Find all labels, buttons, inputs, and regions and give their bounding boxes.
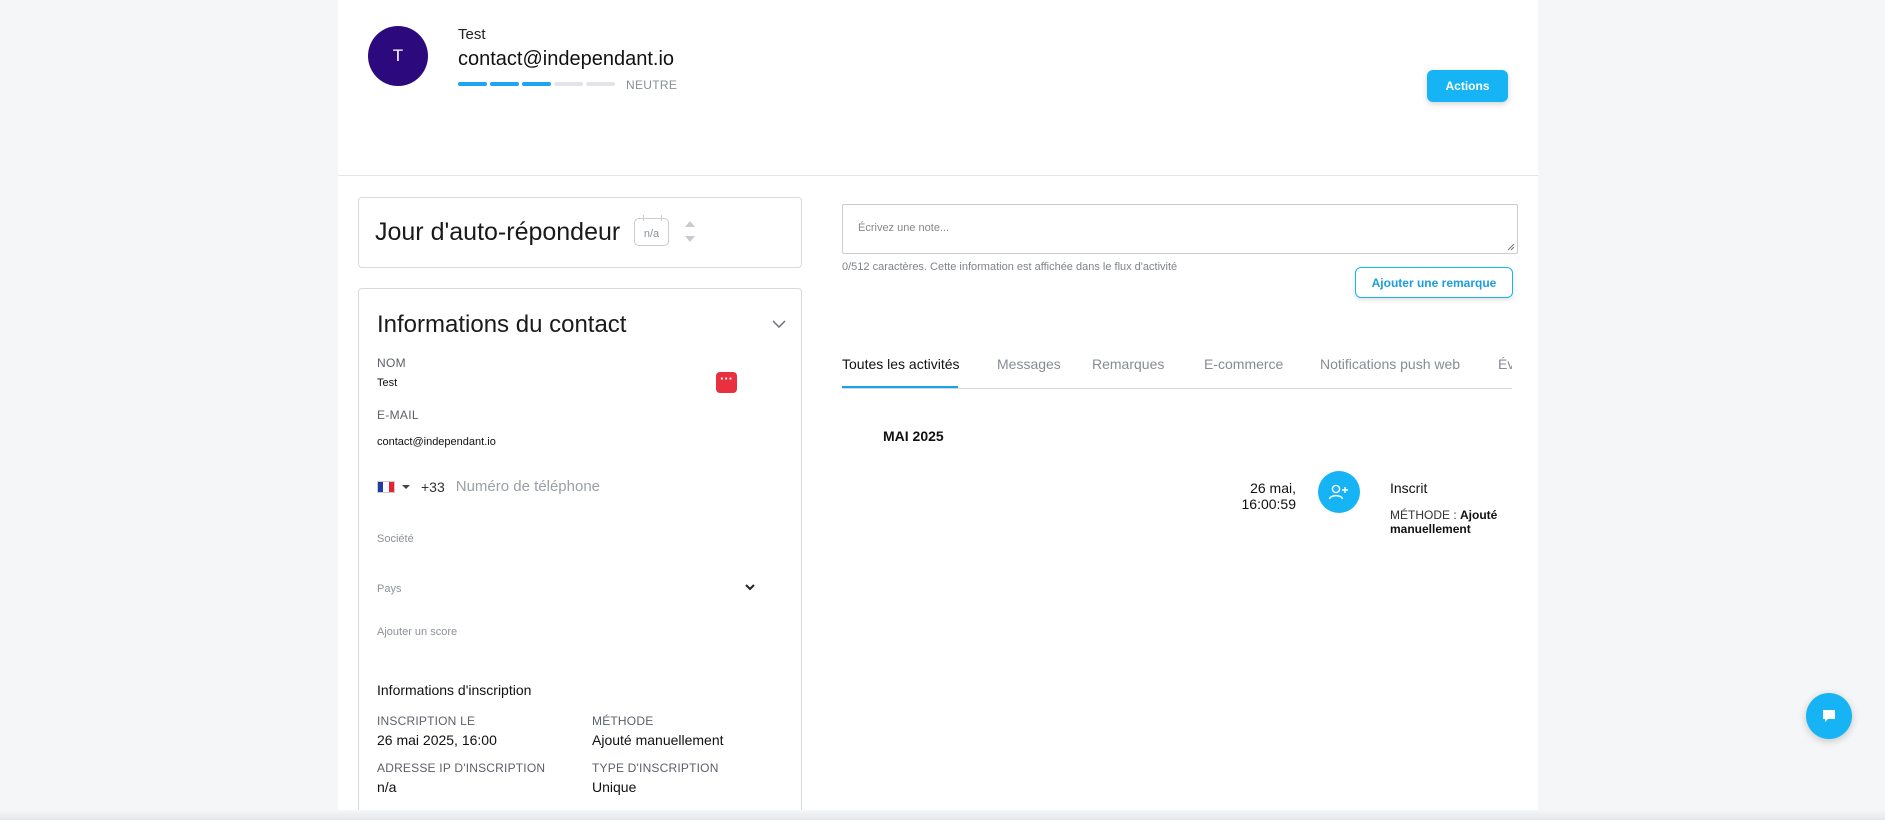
add-user-icon: [1318, 471, 1360, 513]
avatar: T: [368, 26, 428, 86]
name-value[interactable]: Test: [377, 377, 397, 389]
tab-remarks[interactable]: Remarques: [1092, 356, 1164, 372]
caret-down-icon[interactable]: [402, 484, 410, 489]
contact-info-card: Informations du contact NOM Test ··· E-M…: [358, 288, 802, 813]
active-tab-indicator: [842, 386, 958, 388]
activity-meta: MÉTHODE : Ajouté manuellement: [1390, 508, 1538, 536]
more-options-icon[interactable]: ···: [716, 372, 737, 393]
email-label: E-MAIL: [377, 408, 419, 422]
add-remark-button[interactable]: Ajouter une remarque: [1355, 267, 1513, 298]
email-value[interactable]: contact@independant.io: [377, 436, 496, 448]
phone-input[interactable]: Numéro de téléphone: [456, 478, 600, 495]
score-segment: [586, 82, 615, 86]
autoresponder-title: Jour d'auto-répondeur: [375, 218, 621, 246]
chevron-down-icon[interactable]: [745, 584, 755, 591]
contact-email: contact@independant.io: [458, 48, 675, 70]
autoresponder-stepper[interactable]: [684, 218, 696, 246]
activity-title: Inscrit: [1390, 480, 1428, 496]
contact-name: Test: [458, 26, 486, 43]
chat-button[interactable]: [1806, 693, 1852, 739]
autoresponder-day-value: n/a: [643, 227, 660, 240]
name-label: NOM: [377, 356, 406, 370]
stepper-up-icon[interactable]: [685, 221, 695, 227]
note-hint: 0/512 caractères. Cette information est …: [842, 261, 1178, 273]
subscription-date-value: 26 mai 2025, 16:00: [377, 732, 497, 748]
phone-dial-code: +33: [421, 478, 445, 495]
company-field[interactable]: Société: [377, 533, 414, 545]
subscription-date-label: INSCRIPTION LE: [377, 714, 476, 728]
note-textarea[interactable]: Écrivez une note...: [842, 204, 1518, 254]
chevron-down-icon[interactable]: [771, 319, 787, 329]
tab-all-activities[interactable]: Toutes les activités: [842, 356, 960, 372]
activity-date: 26 mai, 16:00:59: [1202, 480, 1297, 512]
resize-handle-icon[interactable]: [1507, 243, 1515, 251]
subscription-type-value: Unique: [592, 779, 637, 795]
activity-date-time: 16:00:59: [1241, 496, 1297, 512]
tab-ecommerce[interactable]: E-commerce: [1204, 356, 1283, 372]
subscription-type-label: TYPE D'INSCRIPTION: [592, 761, 719, 775]
contact-page: T Test contact@independant.io NEUTRE Act…: [338, 0, 1538, 820]
contact-header: T Test contact@independant.io NEUTRE Act…: [338, 0, 1538, 176]
activity-tabs: Toutes les activités Messages Remarques …: [842, 352, 1512, 389]
note-placeholder: Écrivez une note...: [858, 222, 950, 234]
score-segment: [554, 82, 583, 86]
bottom-edge: [0, 810, 1885, 820]
engagement-score-bar: [458, 82, 615, 86]
subscription-info-title: Informations d'inscription: [377, 682, 532, 698]
autoresponder-card: Jour d'auto-répondeur n/a: [358, 197, 802, 268]
subscription-ip-value: n/a: [377, 779, 397, 795]
chat-bubble-icon: [1823, 710, 1835, 722]
subscription-method-label: MÉTHODE: [592, 714, 654, 728]
actions-button[interactable]: Actions: [1427, 70, 1508, 102]
stepper-down-icon[interactable]: [685, 236, 695, 242]
phone-field[interactable]: +33 Numéro de téléphone: [377, 478, 600, 495]
activity-date-day: 26 mai,: [1250, 480, 1296, 496]
score-segment: [458, 82, 487, 86]
activity-meta-label: MÉTHODE :: [1390, 508, 1457, 522]
tab-web-push[interactable]: Notifications push web: [1320, 356, 1460, 372]
autoresponder-day-input[interactable]: n/a: [634, 215, 669, 246]
country-select[interactable]: Pays: [377, 583, 401, 595]
tab-messages[interactable]: Messages: [997, 356, 1061, 372]
subscription-ip-label: ADRESSE IP D'INSCRIPTION: [377, 761, 546, 775]
activity-month: MAI 2025: [883, 428, 944, 444]
score-field[interactable]: Ajouter un score: [377, 626, 457, 638]
contact-info-title: Informations du contact: [377, 311, 627, 338]
subscription-method-value: Ajouté manuellement: [592, 732, 724, 748]
france-flag-icon[interactable]: [377, 480, 395, 493]
score-segment: [490, 82, 519, 86]
score-segment: [522, 82, 551, 86]
tab-events[interactable]: Év: [1498, 356, 1512, 372]
score-label: NEUTRE: [626, 78, 678, 92]
